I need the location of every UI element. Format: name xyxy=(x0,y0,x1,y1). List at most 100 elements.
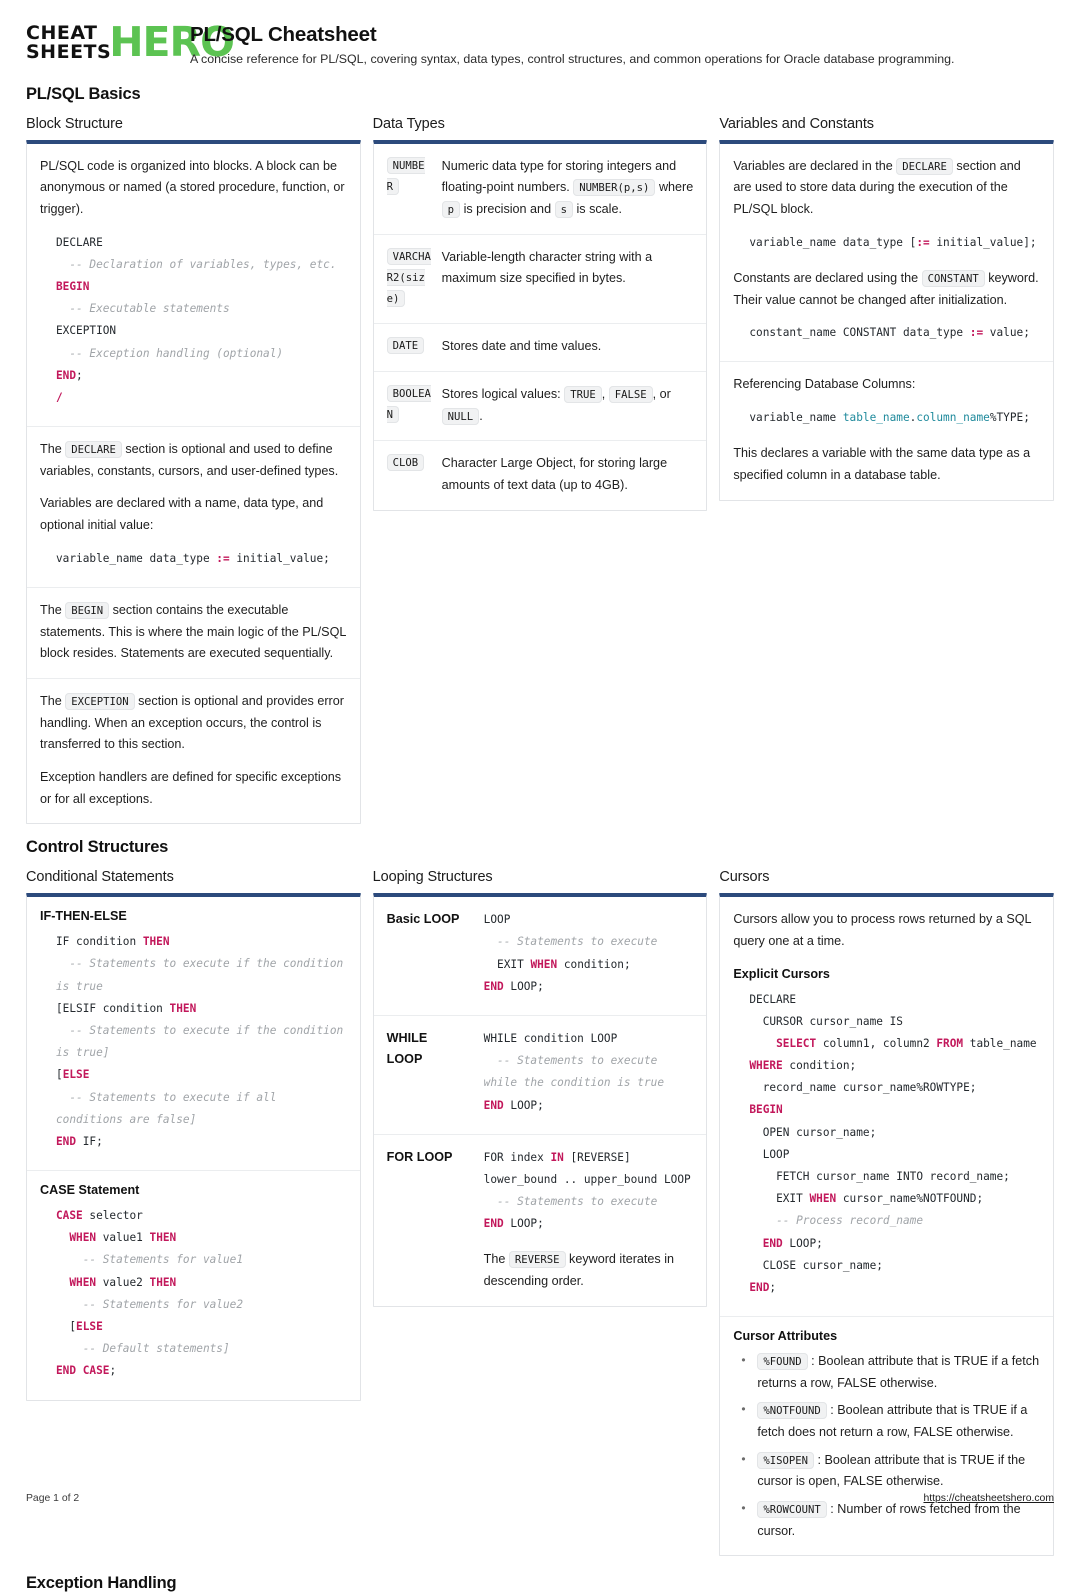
referencing-label: Referencing Database Columns: xyxy=(733,377,916,392)
basic-loop-code: LOOP -- Statements to execute EXIT WHEN … xyxy=(483,913,658,993)
chip-reverse: REVERSE xyxy=(508,1251,566,1269)
table-row: NUMBER Numeric data type for storing int… xyxy=(373,144,707,235)
cell-exception-explain: The EXCEPTION section is optional and pr… xyxy=(27,679,360,823)
cell-if-then-else: IF-THEN-ELSE IF condition THEN -- Statem… xyxy=(27,897,360,1172)
chip-begin: BEGIN xyxy=(65,601,110,619)
declare-explain-text: The DECLARE section is optional and used… xyxy=(40,439,347,482)
cell-begin-explain: The BEGIN section contains the executabl… xyxy=(27,588,360,679)
variable-decl-code: variable_name data_type [:= initial_valu… xyxy=(749,235,1037,249)
page-subtitle: A concise reference for PL/SQL, covering… xyxy=(190,51,955,66)
data-type-name-cell: NUMBER xyxy=(374,144,442,234)
card-looping-structures: Basic LOOP LOOP -- Statements to execute… xyxy=(372,893,708,1307)
desc-number-2: where xyxy=(658,180,694,195)
desc-date: Stores date and time values. xyxy=(441,339,602,354)
card-title-variables: Variables and Constants xyxy=(719,115,874,132)
explicit-cursor-code: DECLARE CURSOR cursor_name IS SELECT col… xyxy=(749,992,1044,1294)
page-number: Page 1 of 2 xyxy=(26,1493,80,1504)
basics-columns: Block Structure PL/SQL code is organized… xyxy=(26,115,1055,825)
column-block-structure: Block Structure PL/SQL code is organized… xyxy=(26,116,361,825)
loop-code-cell: WHILE condition LOOP -- Statements to ex… xyxy=(474,1016,707,1134)
chip-type-date: DATE xyxy=(386,337,425,355)
exception-pre: The xyxy=(40,693,62,708)
header-text: PL/SQL Cheatsheet A concise reference fo… xyxy=(190,22,954,67)
chip-number-ps: NUMBER(p,s) xyxy=(573,179,656,197)
card-title-block-structure: Block Structure xyxy=(26,115,123,132)
chip-p: p xyxy=(441,201,461,218)
chip-true: TRUE xyxy=(564,385,602,403)
section-heading-exception: Exception Handling xyxy=(26,1574,177,1593)
block-intro-text: PL/SQL code is organized into blocks. A … xyxy=(40,158,345,216)
list-item: %ISOPEN : Boolean attribute that is TRUE… xyxy=(737,1449,1040,1493)
vars-declare-code: variable_name data_type := initial_value… xyxy=(56,551,330,565)
chip-notfound: %NOTFOUND xyxy=(757,1402,827,1420)
control-columns: Conditional Statements IF-THEN-ELSE IF c… xyxy=(26,869,1055,1557)
table-row: VARCHAR2(size) Variable-length character… xyxy=(373,235,707,325)
case-statement-code: CASE selector WHEN value1 THEN -- Statem… xyxy=(56,1209,244,1378)
var-intro-pre: Variables are declared in the xyxy=(733,158,893,173)
begin-explain-text: The BEGIN section contains the executabl… xyxy=(40,600,347,665)
constants-text: Constants are declared using the CONSTAN… xyxy=(733,268,1040,311)
cursors-intro: Cursors allow you to process rows return… xyxy=(733,912,1032,948)
table-row: WHILE LOOP WHILE condition LOOP -- State… xyxy=(373,1016,707,1135)
heading-if-then-else: IF-THEN-ELSE xyxy=(40,909,127,924)
desc-clob: Character Large Object, for storing larg… xyxy=(441,456,668,492)
cell-cursors-main: Cursors allow you to process rows return… xyxy=(720,897,1054,1318)
table-row: DATE Stores date and time values. xyxy=(373,324,707,372)
chip-constant: CONSTANT xyxy=(921,269,985,287)
data-type-name-cell: CLOB xyxy=(374,441,442,509)
referencing-note: This declares a variable with the same d… xyxy=(733,446,1031,482)
cell-declare-explain: The DECLARE section is optional and used… xyxy=(27,427,360,588)
card-conditional-statements: IF-THEN-ELSE IF condition THEN -- Statem… xyxy=(26,893,361,1401)
card-cursors: Cursors allow you to process rows return… xyxy=(719,893,1055,1557)
cell-cursor-attributes: Cursor Attributes %FOUND : Boolean attri… xyxy=(720,1317,1053,1555)
cell-referencing-columns: Referencing Database Columns: variable_n… xyxy=(720,362,1053,499)
heading-explicit-cursors: Explicit Cursors xyxy=(733,966,830,981)
exception-explain-text: The EXCEPTION section is optional and pr… xyxy=(40,691,347,756)
desc-boolean-4: . xyxy=(479,408,483,423)
page-footer: Page 1 of 2 https://cheatsheetshero.com xyxy=(26,1493,1054,1504)
chip-s: s xyxy=(554,201,573,218)
column-looping: Looping Structures Basic LOOP LOOP -- St… xyxy=(372,869,708,1307)
cell-case-statement: CASE Statement CASE selector WHEN value1… xyxy=(27,1171,360,1400)
desc-boolean-2: , xyxy=(601,386,606,401)
declare-pre: The xyxy=(40,442,62,457)
column-variables-constants: Variables and Constants Variables are de… xyxy=(719,115,1055,501)
data-type-desc-cell: Numeric data type for storing integers a… xyxy=(441,144,707,234)
variables-intro-text: Variables are declared in the DECLARE se… xyxy=(733,156,1040,221)
brand-logo-words: CHEAT SHEETS xyxy=(26,24,111,61)
loop-label-basic: Basic LOOP xyxy=(386,912,460,927)
brand-logo[interactable]: CHEAT SHEETS HERO xyxy=(26,22,235,63)
card-title-looping: Looping Structures xyxy=(372,869,493,886)
column-cursors: Cursors Cursors allow you to process row… xyxy=(719,869,1055,1557)
table-row: FOR LOOP FOR index IN [REVERSE] lower_bo… xyxy=(374,1135,707,1306)
table-row: BOOLEAN Stores logical values: TRUE, FAL… xyxy=(373,372,707,442)
data-type-name-cell: DATE xyxy=(374,324,442,371)
chip-declare-var: DECLARE xyxy=(896,157,953,175)
card-variables-constants: Variables are declared in the DECLARE se… xyxy=(719,139,1055,501)
for-loop-code: FOR index IN [REVERSE] lower_bound .. up… xyxy=(483,1150,691,1231)
chip-found: %FOUND xyxy=(757,1353,808,1371)
block-structure-code: DECLARE -- Declaration of variables, typ… xyxy=(56,235,337,404)
referencing-code: variable_name table_name.column_name%TYP… xyxy=(749,411,1030,424)
constant-decl-code: constant_name CONSTANT data_type := valu… xyxy=(749,326,1030,340)
chip-exception: EXCEPTION xyxy=(65,692,135,710)
column-data-types: Data Types NUMBER Numeric data type for … xyxy=(372,116,708,511)
chip-type-number: NUMBER xyxy=(386,156,425,195)
desc-boolean-1: Stores logical values: xyxy=(441,386,561,401)
table-row: Basic LOOP LOOP -- Statements to execute… xyxy=(373,897,707,1016)
data-type-desc-cell: Variable-length character string with a … xyxy=(442,235,707,324)
chip-type-varchar2: VARCHAR2(size) xyxy=(386,247,431,308)
chip-null: NULL xyxy=(441,407,480,425)
data-type-name-cell: VARCHAR2(size) xyxy=(374,235,442,324)
section-heading-basics: PL/SQL Basics xyxy=(26,84,141,103)
vars-declare-text: Variables are declared with a name, data… xyxy=(40,496,324,533)
chip-declare: DECLARE xyxy=(65,441,122,459)
desc-number-3: is precision and xyxy=(463,202,552,216)
desc-varchar2: Variable-length character string with a … xyxy=(441,249,653,286)
data-type-desc-cell: Stores logical values: TRUE, FALSE, or N… xyxy=(441,372,707,440)
cell-variables-intro: Variables are declared in the DECLARE se… xyxy=(720,144,1054,363)
card-data-types: NUMBER Numeric data type for storing int… xyxy=(372,139,708,511)
footer-site-link[interactable]: https://cheatsheetshero.com xyxy=(923,1493,1054,1504)
list-item: %ROWCOUNT : Number of rows fetched from … xyxy=(737,1498,1040,1542)
cheatsheet-page: CHEAT SHEETS HERO PL/SQL Cheatsheet A co… xyxy=(0,0,1080,1592)
